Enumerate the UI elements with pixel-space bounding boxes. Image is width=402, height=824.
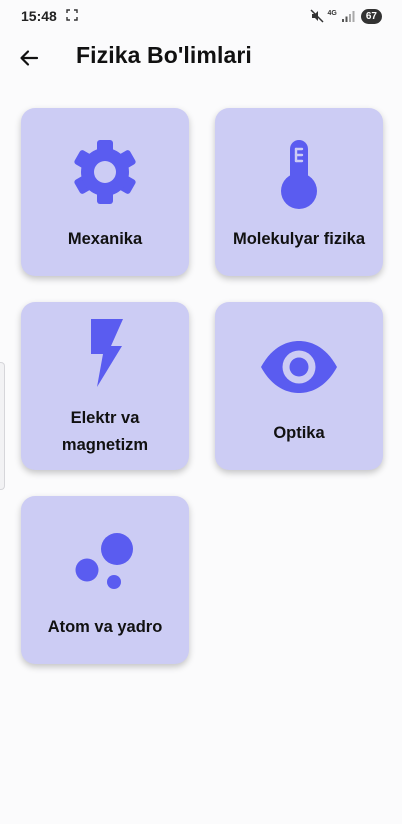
status-icons: 4G 67 <box>310 7 382 25</box>
signal-icon <box>341 11 355 22</box>
screen-record-icon <box>66 9 78 21</box>
arrow-left-icon <box>20 50 39 66</box>
section-card-mexanika[interactable]: Mexanika <box>21 108 189 276</box>
section-card-molekulyar-fizika[interactable]: Molekulyar fizika <box>215 108 383 276</box>
edge-panel-handle[interactable] <box>0 362 5 490</box>
section-label: Atom va yadro <box>47 618 163 636</box>
thermometer-icon <box>281 140 317 209</box>
section-label: Mexanika <box>67 230 143 248</box>
back-button[interactable] <box>14 43 44 73</box>
section-label: Molekulyar fizika <box>232 230 366 248</box>
section-label: Elektr va magnetizm <box>61 409 149 454</box>
app-bar: Fizika Bo'limlari <box>0 34 402 80</box>
eye-icon <box>261 341 337 393</box>
atom-bubbles-icon <box>75 533 133 589</box>
status-bar: 15:48 4G 67 <box>0 0 402 34</box>
lightning-icon <box>91 319 123 387</box>
section-card-elektr-va-magnetizm[interactable]: Elektr va magnetizm <box>21 302 189 470</box>
section-card-optika[interactable]: Optika <box>215 302 383 470</box>
mute-icon <box>310 9 324 23</box>
section-label: Optika <box>273 424 325 442</box>
page-title: Fizika Bo'limlari <box>76 42 252 68</box>
network-type: 4G <box>327 9 337 17</box>
battery-level: 67 <box>360 8 382 24</box>
gear-icon <box>74 140 136 204</box>
section-card-atom-va-yadro[interactable]: Atom va yadro <box>21 496 189 664</box>
status-time: 15:48 <box>21 8 57 24</box>
